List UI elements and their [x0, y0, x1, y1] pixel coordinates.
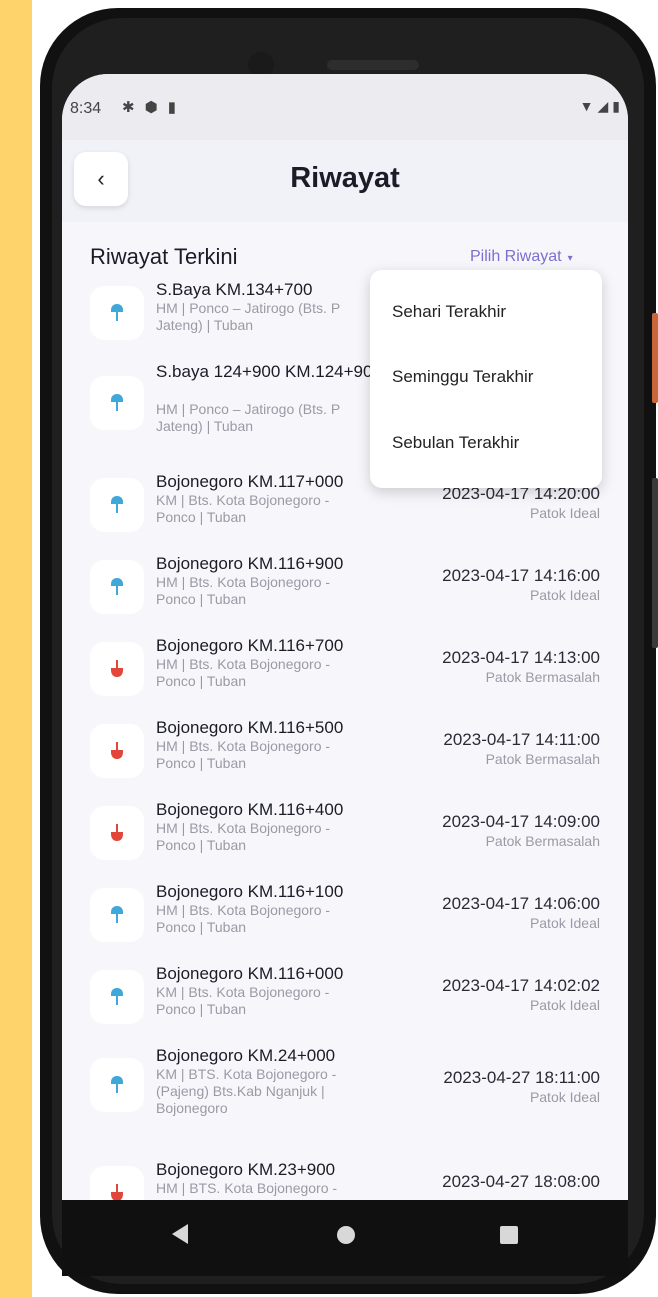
- item-datetime: 2023-04-27 18:11:00: [443, 1068, 600, 1087]
- item-location: KM | Bts. Kota Bojonegoro - Ponco | Tuba…: [156, 492, 330, 525]
- item-datetime: 2023-04-17 14:02:02: [442, 976, 600, 995]
- marker-ideal-icon: [90, 1058, 144, 1112]
- item-location: KM | Bts. Kota Bojonegoro - Ponco | Tuba…: [156, 984, 330, 1017]
- item-location: HM | Bts. Kota Bojonegoro - Ponco | Tuba…: [156, 820, 331, 853]
- section-title: Riwayat Terkini: [90, 244, 238, 269]
- item-datetime: 2023-04-17 14:16:00: [442, 566, 600, 585]
- dropdown-item-week[interactable]: Seminggu Terakhir: [392, 367, 533, 387]
- item-status: Patok Ideal: [529, 587, 600, 603]
- app-screen: 8:34 ✱⬢▮ ▼◢▮ ‹ Riwayat Riwayat Terkini P…: [62, 74, 628, 1200]
- item-name: Bojonegoro KM.116+700: [156, 636, 344, 655]
- item-name: S.Baya KM.134+700: [156, 280, 313, 299]
- marker-problem-icon: [90, 642, 144, 696]
- marker-problem-icon: [90, 806, 144, 860]
- item-status: Patok Ideal: [529, 997, 600, 1013]
- list-item[interactable]: Bojonegoro KM.116+100 HM | Bts. Kota Bojo…: [62, 882, 628, 964]
- item-status: Patok Bermasalah: [485, 669, 600, 685]
- marker-ideal-icon: [90, 888, 144, 942]
- item-location: HM | Bts. Kota Bojonegoro - Ponco | Tuba…: [156, 902, 331, 935]
- navigation-bar: [62, 1200, 628, 1276]
- app-header: ‹ Riwayat: [62, 140, 628, 222]
- marker-ideal-icon: [90, 970, 144, 1024]
- marker-ideal-icon: [90, 478, 144, 532]
- list-item[interactable]: Bojonegoro KM.116+000 KM | Bts. Kota Bojo…: [62, 964, 628, 1046]
- earpiece-speaker: [327, 60, 419, 70]
- item-location: HM | Ponco – Jatirogo (Bts. P Jateng) | …: [156, 300, 340, 333]
- list-item[interactable]: Bojonegoro KM.116+900 HM | Bts. Kota Bojo…: [62, 554, 628, 636]
- item-datetime: 2023-04-17 14:13:00: [442, 648, 600, 667]
- status-time: 8:34: [70, 100, 102, 117]
- status-system-icons: ▼◢▮: [580, 98, 624, 115]
- marker-ideal-icon: [90, 376, 144, 430]
- sd-card-icon: ▮: [167, 99, 186, 116]
- wifi-icon: ▼: [579, 98, 598, 114]
- item-status: Patok Ideal: [529, 505, 600, 521]
- item-status: Patok Bermasalah: [485, 751, 600, 767]
- item-location: HM | Ponco – Jatirogo (Bts. P Jateng) | …: [156, 401, 340, 434]
- item-name: Bojonegoro KM.116+900: [156, 554, 344, 573]
- list-item[interactable]: Bojonegoro KM.24+000 KM | BTS. Kota Bojon…: [62, 1046, 628, 1128]
- item-name: Bojonegoro KM.117+000: [156, 472, 344, 491]
- item-name: Bojonegoro KM.116+400: [156, 800, 344, 819]
- list-item[interactable]: Bojonegoro KM.116+700 HM | Bts. Kota Bojo…: [62, 636, 628, 718]
- nav-recent-apps-icon[interactable]: [500, 1226, 518, 1244]
- item-status: Patok Ideal: [529, 1089, 600, 1105]
- item-name: S.baya 124+900 KM.124+900: [156, 362, 382, 381]
- marker-ideal-icon: [90, 286, 144, 340]
- item-location: HM | Bts. Kota Bojonegoro - Ponco | Tuba…: [156, 574, 331, 607]
- item-datetime: 2023-04-17 14:11:00: [443, 730, 600, 749]
- item-status: Patok Bermasalah: [485, 833, 600, 849]
- filter-dropdown-menu: Sehari Terakhir Seminggu Terakhir Sebula…: [370, 270, 602, 488]
- item-name: Bojonegoro KM.23+900: [156, 1160, 336, 1179]
- chevron-down-icon: ▾: [567, 253, 573, 264]
- battery-icon: ▮: [612, 98, 624, 114]
- power-button: [652, 313, 658, 403]
- list-item[interactable]: Bojonegoro KM.116+500 HM | Bts. Kota Bojo…: [62, 718, 628, 800]
- dropdown-item-month[interactable]: Sebulan Terakhir: [392, 433, 519, 453]
- list-item[interactable]: Bojonegoro KM.23+900 HM | BTS. Kota Bojon…: [62, 1160, 628, 1200]
- item-location: HM | Bts. Kota Bojonegoro - Ponco | Tuba…: [156, 738, 331, 771]
- shield-icon: ⬢: [144, 99, 168, 116]
- signal-icon: ◢: [597, 98, 613, 114]
- item-name: Bojonegoro KM.116+000: [156, 964, 344, 983]
- dropdown-item-day[interactable]: Sehari Terakhir: [392, 302, 506, 322]
- page-title: Riwayat: [290, 162, 400, 194]
- marker-problem-icon: [90, 1166, 144, 1200]
- volume-button: [652, 478, 658, 648]
- item-location: HM | BTS. Kota Bojonegoro -: [156, 1180, 338, 1196]
- filter-dropdown-toggle[interactable]: Pilih Riwayat ▾: [470, 248, 573, 266]
- item-name: Bojonegoro KM.116+100: [156, 882, 344, 901]
- nav-home-icon[interactable]: [337, 1226, 355, 1244]
- marker-problem-icon: [90, 724, 144, 778]
- status-notification-icons: ✱⬢▮: [122, 98, 186, 116]
- item-datetime: 2023-04-17 14:09:00: [442, 812, 600, 831]
- nav-back-icon[interactable]: [172, 1224, 188, 1244]
- list-item[interactable]: Bojonegoro KM.116+400 HM | Bts. Kota Bojo…: [62, 800, 628, 882]
- marker-ideal-icon: [90, 560, 144, 614]
- gear-icon: ✱: [122, 99, 145, 116]
- item-name: Bojonegoro KM.116+500: [156, 718, 344, 737]
- filter-label: Pilih Riwayat: [470, 248, 562, 265]
- item-name: Bojonegoro KM.24+000: [156, 1046, 336, 1065]
- status-bar: 8:34 ✱⬢▮ ▼◢▮: [62, 74, 628, 140]
- item-status: Patok Ideal: [529, 915, 600, 931]
- item-location: HM | Bts. Kota Bojonegoro - Ponco | Tuba…: [156, 656, 331, 689]
- item-datetime: 2023-04-17 14:06:00: [442, 894, 600, 913]
- item-datetime: 2023-04-27 18:08:00: [442, 1172, 600, 1191]
- item-location: KM | BTS. Kota Bojonegoro - (Pajeng) Bts…: [156, 1066, 337, 1116]
